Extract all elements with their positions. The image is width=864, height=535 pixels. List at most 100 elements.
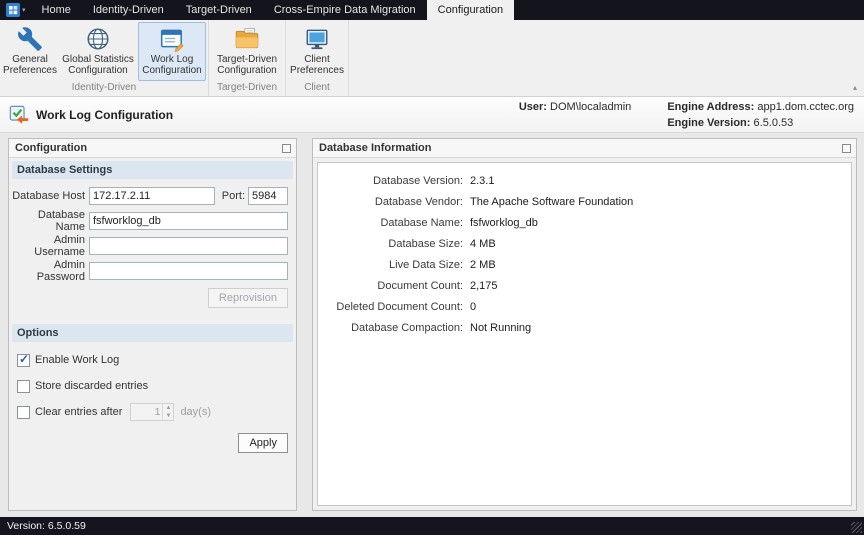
- enable-work-log-label: Enable Work Log: [35, 354, 119, 366]
- monitor-icon: [304, 26, 330, 52]
- tab-configuration[interactable]: Configuration: [427, 0, 514, 20]
- info-label: Database Vendor:: [318, 196, 463, 208]
- stepper-up-icon[interactable]: ▲: [163, 404, 173, 412]
- resize-grip[interactable]: [851, 522, 862, 533]
- panel-options-button[interactable]: [282, 144, 291, 153]
- status-version-text: Version: 6.5.0.59: [7, 520, 86, 532]
- globe-icon: [85, 26, 111, 52]
- tab-target-driven[interactable]: Target-Driven: [175, 0, 263, 20]
- clear-entries-days-stepper[interactable]: 1 ▲▼: [130, 403, 174, 421]
- engine-version-label: Engine Version:: [667, 117, 750, 129]
- ribbon-button-label: Work Log Configuration: [140, 54, 204, 76]
- info-value: 0: [470, 301, 476, 313]
- ribbon-button-label: Global Statistics Configuration: [60, 54, 136, 76]
- info-value: Not Running: [470, 322, 531, 334]
- content-area: Configuration Database Settings Database…: [0, 133, 864, 517]
- stepper-arrows[interactable]: ▲▼: [162, 404, 173, 420]
- store-discarded-checkbox[interactable]: [17, 380, 30, 393]
- database-information-panel: Database Information Database Version: 2…: [312, 138, 857, 511]
- admin-username-label: Admin Username: [11, 234, 89, 258]
- tab-home[interactable]: Home: [31, 0, 82, 20]
- engine-info: User: DOM\localadmin Engine Address: app…: [519, 99, 854, 131]
- info-value: fsfworklog_db: [470, 217, 538, 229]
- admin-username-input[interactable]: [89, 237, 288, 255]
- user-label: User:: [519, 101, 547, 113]
- info-value: 4 MB: [470, 238, 496, 250]
- general-preferences-button[interactable]: General Preferences: [2, 22, 58, 81]
- info-label: Deleted Document Count:: [318, 301, 463, 313]
- ribbon-collapse-button[interactable]: ▴: [853, 83, 857, 92]
- target-driven-configuration-button[interactable]: Target-Driven Configuration: [211, 22, 283, 81]
- ribbon-group-caption: Identity-Driven: [0, 81, 208, 96]
- engine-version-value: 6.5.0.53: [754, 117, 794, 129]
- worklog-window-icon: [159, 26, 185, 52]
- store-discarded-row: Store discarded entries: [17, 378, 288, 394]
- page-title: Work Log Configuration: [36, 108, 173, 122]
- clear-entries-label: Clear entries after: [35, 406, 122, 418]
- database-host-label: Database Host: [11, 190, 89, 202]
- info-value: 2,175: [470, 280, 498, 292]
- ribbon-tab-bar: ▾ Home Identity-Driven Target-Driven Cro…: [0, 0, 864, 20]
- database-host-row: Database Host Port:: [11, 186, 288, 206]
- application-window: ▾ Home Identity-Driven Target-Driven Cro…: [0, 0, 864, 133]
- apply-row: Apply: [9, 433, 288, 453]
- database-information-panel-header: Database Information: [313, 139, 856, 158]
- port-label: Port:: [222, 190, 245, 202]
- clear-entries-checkbox[interactable]: [17, 406, 30, 419]
- app-menu-button[interactable]: ▾: [0, 0, 31, 20]
- client-preferences-button[interactable]: Client Preferences: [288, 22, 346, 81]
- info-label: Live Data Size:: [318, 259, 463, 271]
- info-label: Document Count:: [318, 280, 463, 292]
- info-row: Deleted Document Count: 0: [318, 296, 851, 317]
- engine-address-label: Engine Address:: [667, 101, 754, 113]
- info-label: Database Name:: [318, 217, 463, 229]
- panel-title: Database Information: [319, 142, 431, 154]
- info-row: Live Data Size: 2 MB: [318, 254, 851, 275]
- work-log-page-icon: [8, 104, 30, 126]
- ribbon-group-client: Client Preferences Client: [286, 20, 349, 96]
- port-input[interactable]: [248, 187, 288, 205]
- apply-button[interactable]: Apply: [238, 433, 288, 453]
- global-statistics-configuration-button[interactable]: Global Statistics Configuration: [58, 22, 138, 81]
- reprovision-button[interactable]: Reprovision: [208, 288, 288, 308]
- user-value: DOM\localadmin: [550, 101, 631, 113]
- ribbon-group-caption: Client: [286, 81, 348, 96]
- database-settings-header: Database Settings: [12, 161, 293, 179]
- database-information-box: Database Version: 2.3.1 Database Vendor:…: [317, 162, 852, 506]
- clear-entries-row: Clear entries after 1 ▲▼ day(s): [17, 404, 288, 420]
- database-name-input[interactable]: [89, 212, 288, 230]
- engine-info-column: Engine Address: app1.dom.cctec.org Engin…: [667, 99, 854, 131]
- info-row: Document Count: 2,175: [318, 275, 851, 296]
- reprovision-row: Reprovision: [9, 288, 288, 308]
- engine-address-value: app1.dom.cctec.org: [757, 101, 854, 113]
- status-bar: Version: 6.5.0.59: [0, 517, 864, 535]
- panel-options-button[interactable]: [842, 144, 851, 153]
- database-name-label: Database Name: [11, 209, 89, 233]
- info-label: Database Compaction:: [318, 322, 463, 334]
- user-info: User: DOM\localadmin: [519, 99, 632, 115]
- ribbon-button-label: Client Preferences: [290, 54, 344, 76]
- ribbon: General Preferences Global Statistics Co…: [0, 20, 864, 97]
- admin-password-input[interactable]: [89, 262, 288, 280]
- enable-work-log-row: Enable Work Log: [17, 352, 288, 368]
- admin-username-row: Admin Username: [11, 236, 288, 256]
- store-discarded-label: Store discarded entries: [35, 380, 148, 392]
- ribbon-button-label: Target-Driven Configuration: [213, 54, 281, 76]
- stepper-value: 1: [131, 404, 162, 420]
- configuration-panel: Configuration Database Settings Database…: [8, 138, 297, 511]
- database-host-input[interactable]: [89, 187, 215, 205]
- folder-icon: [234, 26, 260, 52]
- ribbon-group-caption: Target-Driven: [209, 81, 285, 96]
- days-suffix-label: day(s): [180, 406, 211, 418]
- stepper-down-icon[interactable]: ▼: [163, 412, 173, 420]
- info-row: Database Version: 2.3.1: [318, 170, 851, 191]
- admin-password-label: Admin Password: [11, 259, 89, 283]
- enable-work-log-checkbox[interactable]: [17, 354, 30, 367]
- info-label: Database Size:: [318, 238, 463, 250]
- tab-cross-empire-data-migration[interactable]: Cross-Empire Data Migration: [263, 0, 427, 20]
- engine-version: Engine Version: 6.5.0.53: [667, 115, 854, 131]
- chevron-down-icon: ▾: [22, 6, 26, 14]
- ribbon-group-identity-driven: General Preferences Global Statistics Co…: [0, 20, 209, 96]
- work-log-configuration-button[interactable]: Work Log Configuration: [138, 22, 206, 81]
- tab-identity-driven[interactable]: Identity-Driven: [82, 0, 175, 20]
